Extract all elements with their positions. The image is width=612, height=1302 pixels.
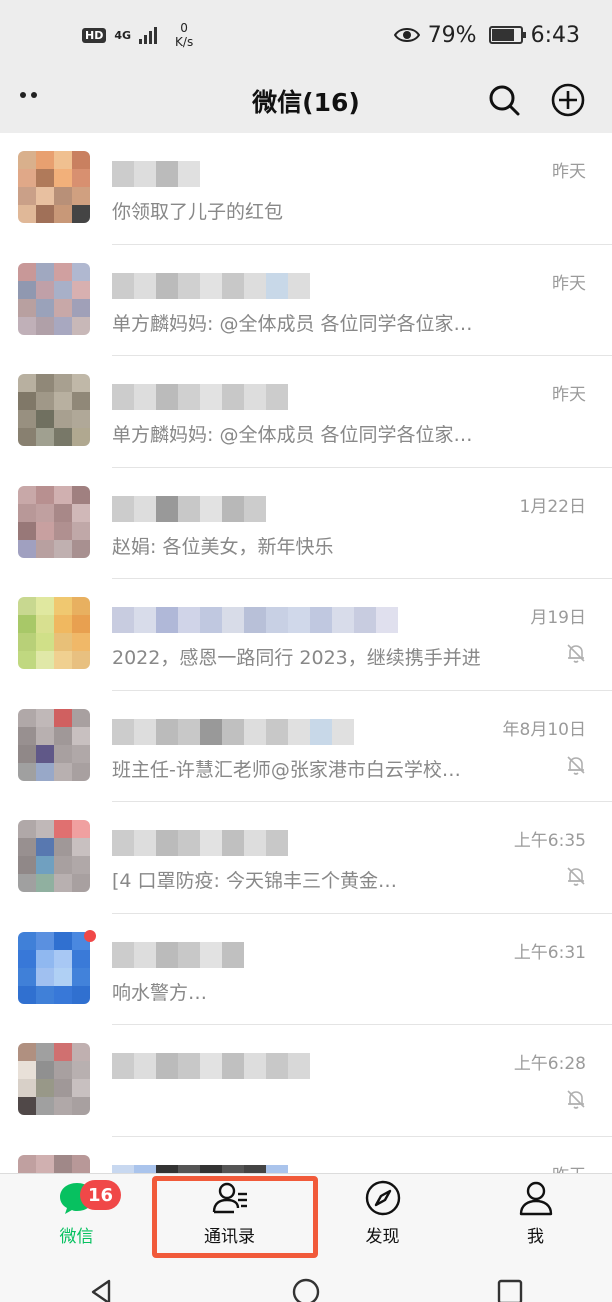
chat-item[interactable]: 班主任-许慧汇老师@张家港市白云学校… 年8月10日 [0, 690, 612, 802]
avatar [18, 262, 90, 335]
signal-icon [139, 26, 158, 44]
mute-bell-icon [567, 755, 585, 775]
chat-name-blurred [112, 718, 354, 745]
system-nav [0, 1259, 612, 1302]
chat-preview: 响水警方… [112, 981, 208, 1004]
speed-value: 0 [180, 21, 188, 35]
clock: 6:43 [530, 22, 580, 48]
battery-fill [491, 29, 514, 41]
mute-bell-icon [567, 867, 585, 886]
chat-name-blurred [112, 1053, 310, 1079]
avatar [18, 374, 90, 446]
tab-chats-label: 微信 [59, 1227, 94, 1247]
chat-time: 昨天 [552, 1161, 586, 1174]
home-circle-icon[interactable] [291, 1277, 321, 1302]
chat-time: 月19日 [530, 608, 586, 628]
chat-preview: 单方麟妈妈: @全体成员 各位同学各位家… [112, 312, 473, 335]
more-icon[interactable] [20, 92, 37, 98]
avatar [18, 485, 90, 558]
battery-icon [488, 26, 526, 44]
avatar [18, 708, 90, 781]
status-bar: HD 4G 0 K/s 79% 6:43 [0, 0, 612, 70]
avatar [18, 151, 90, 223]
network-speed: 0 K/s [175, 21, 193, 49]
chat-preview: 你领取了儿子的红包 [112, 201, 284, 223]
mute-bell-icon [567, 1090, 585, 1109]
tab-me[interactable]: 我 [459, 1174, 612, 1259]
chat-name-blurred [112, 941, 244, 968]
tab-me-label: 我 [527, 1227, 544, 1247]
mute-bell-icon [567, 644, 585, 663]
chat-item[interactable]: [4 口罩防疫: 今天锦丰三个黄金… 上午6:35 [0, 802, 612, 914]
chat-name-blurred [112, 161, 200, 187]
chat-preview: 赵娟: 各位美女，新年快乐 [112, 535, 334, 558]
battery-percent: 79% [427, 22, 477, 48]
chat-name-blurred [112, 272, 310, 299]
recents-square-icon[interactable] [495, 1277, 525, 1302]
avatar [18, 1043, 90, 1115]
chat-time: 年8月10日 [502, 719, 586, 740]
person-icon [519, 1181, 552, 1216]
status-left: HD 4G 0 K/s [82, 21, 193, 49]
chat-name-blurred [112, 607, 398, 633]
speed-unit: K/s [175, 35, 194, 49]
app-header: 微信(16) [0, 70, 612, 132]
chat-time: 上午6:31 [513, 942, 586, 963]
chat-time: 昨天 [552, 385, 586, 405]
compass-icon [365, 1180, 400, 1216]
chat-time: 昨天 [552, 273, 586, 294]
chat-preview: 单方麟妈妈: @全体成员 各位同学各位家… [112, 424, 473, 446]
unread-dot [84, 929, 96, 942]
avatar [18, 931, 90, 1004]
hd-badge: HD [82, 27, 107, 43]
chat-item[interactable]: 单方麟妈妈: @全体成员 各位同学各位家… 昨天 [0, 244, 612, 356]
chat-preview: [4 口罩防疫: 今天锦丰三个黄金… [112, 870, 397, 892]
avatar [18, 820, 90, 892]
chat-preview: 2022，感恩一路同行 2023，继续携手并进 [112, 647, 481, 669]
chat-preview: 班主任-许慧汇老师@张家港市白云学校… [112, 758, 461, 781]
chat-item[interactable]: 赵娟: 各位美女，新年快乐 1月22日 [0, 467, 612, 579]
unread-badge: 16 [80, 1180, 122, 1210]
chat-name-blurred [112, 495, 266, 522]
chat-time: 上午6:28 [513, 1054, 586, 1074]
tab-discover[interactable]: 发现 [306, 1174, 459, 1259]
add-icon[interactable] [548, 80, 588, 120]
chat-time: 1月22日 [519, 496, 586, 517]
tab-discover-label: 发现 [365, 1227, 400, 1247]
chat-time: 上午6:35 [513, 831, 586, 851]
chat-time: 昨天 [552, 162, 586, 182]
eye-icon [393, 28, 420, 42]
avatar [18, 1154, 90, 1173]
chat-item[interactable]: 你领取了儿子的红包 昨天 [0, 133, 612, 245]
chat-name-blurred [112, 1164, 288, 1173]
tab-chats[interactable]: 微信 16 [0, 1174, 153, 1259]
chat-name-blurred [112, 384, 288, 410]
chat-item[interactable]: 2022，感恩一路同行 2023，继续携手并进 月19日 [0, 579, 612, 691]
chat-list[interactable]: 你领取了儿子的红包 昨天 单方麟妈妈: @全体成员 各位同学各位家… 昨天 单方… [0, 133, 612, 1173]
network-type: 4G [114, 28, 132, 42]
contacts-highlight-box [152, 1176, 318, 1258]
chat-item[interactable]: 响水警方… 上午6:31 [0, 913, 612, 1025]
chat-item[interactable]: 上午6:28 [0, 1025, 612, 1137]
chat-name-blurred [112, 830, 288, 856]
chat-item[interactable]: 昨天 [0, 1136, 612, 1174]
status-right: 79% 6:43 [393, 22, 580, 48]
search-icon[interactable] [484, 80, 524, 120]
avatar [18, 597, 90, 669]
chat-item[interactable]: 单方麟妈妈: @全体成员 各位同学各位家… 昨天 [0, 356, 612, 468]
back-triangle-icon[interactable] [87, 1277, 117, 1302]
page-title: 微信(16) [252, 88, 360, 117]
